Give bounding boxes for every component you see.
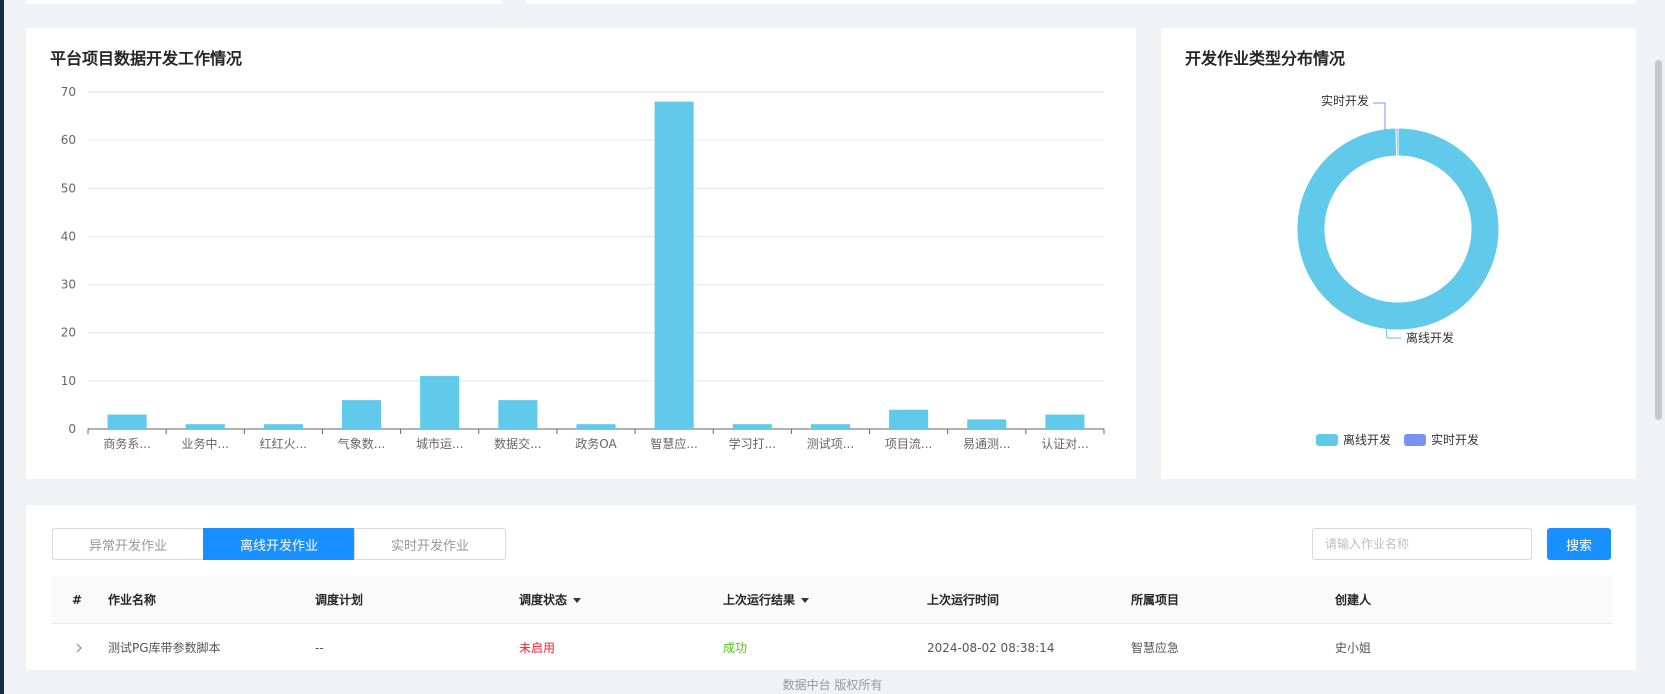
legend-swatch-1	[1404, 434, 1426, 446]
callout-line-realtime	[1373, 102, 1386, 130]
y-tick-label: 10	[61, 374, 76, 388]
x-tick-label: 城市运...	[416, 436, 463, 451]
legend-label-1: 实时开发	[1431, 432, 1479, 447]
chevron-right-icon[interactable]	[72, 641, 86, 655]
bar-3	[342, 400, 382, 429]
job-name-search-input[interactable]	[1312, 528, 1532, 560]
donut-slice-0	[1296, 127, 1500, 331]
table-row[interactable]: 测试PG库带参数脚本 -- 未启用 成功 2024-08-02 08:38:14…	[52, 624, 1612, 672]
left-nav-edge	[0, 0, 4, 694]
filter-caret-icon[interactable]	[801, 598, 810, 603]
x-tick-label: 智慧应...	[650, 436, 697, 451]
col-project: 所属项目	[1131, 593, 1180, 607]
y-tick-label: 60	[61, 133, 76, 147]
x-tick-label: 商务系...	[103, 436, 150, 451]
footer-copyright: 数据中台 版权所有	[782, 678, 883, 692]
col-index: #	[72, 593, 83, 607]
job-table-card: 异常开发作业 离线开发作业 实时开发作业 搜索 # 作业名称 调度计划 调度状态…	[26, 505, 1636, 670]
x-tick-label: 学习打...	[729, 436, 776, 451]
x-tick-label: 气象数...	[338, 436, 385, 451]
col-creator: 创建人	[1335, 593, 1372, 607]
cell-creator: 史小姐	[1335, 641, 1372, 655]
job-type-tabs: 异常开发作业 离线开发作业 实时开发作业	[52, 528, 506, 560]
legend-label-0: 离线开发	[1343, 432, 1391, 447]
bar-chart-card: 平台项目数据开发工作情况 0 10 20 30 40 50 60 70 商务系... 业务中...…	[26, 28, 1136, 479]
tab-offline-jobs[interactable]: 离线开发作业	[203, 528, 355, 560]
bar-11	[967, 419, 1007, 429]
cell-schedule-plan: --	[315, 641, 324, 655]
bar-12	[1045, 414, 1085, 429]
y-tick-label: 50	[61, 181, 76, 195]
filter-caret-icon[interactable]	[573, 598, 582, 603]
table-header: # 作业名称 调度计划 调度状态 上次运行结果 上次运行时间 所属项目 创建人	[52, 576, 1612, 624]
x-tick-label: 认证对...	[1041, 437, 1088, 451]
cell-job-name: 测试PG库带参数脚本	[108, 641, 221, 655]
cell-last-run-time: 2024-08-02 08:38:14	[927, 641, 1055, 655]
y-tick-label: 0	[68, 422, 76, 436]
cell-last-result: 成功	[723, 641, 748, 655]
top-card-left	[26, 0, 502, 4]
y-tick-label: 70	[61, 85, 76, 99]
col-last-result[interactable]: 上次运行结果	[723, 576, 810, 624]
tab-realtime-jobs[interactable]: 实时开发作业	[354, 528, 506, 560]
col-last-result-label: 上次运行结果	[723, 593, 796, 607]
x-tick-label: 红红火...	[260, 436, 307, 451]
col-job-name: 作业名称	[108, 593, 157, 607]
x-tick-label: 测试项...	[807, 436, 854, 451]
bar-7	[654, 101, 694, 429]
bar-10	[889, 409, 929, 429]
page-scrollbar[interactable]	[1655, 60, 1662, 420]
bar-8	[732, 424, 772, 429]
y-tick-label: 40	[61, 229, 76, 243]
x-tick-label: 业务中...	[182, 436, 229, 451]
callout-label-offline: 离线开发	[1406, 330, 1454, 345]
callout-label-realtime: 实时开发	[1321, 93, 1369, 108]
bar-1	[185, 424, 225, 429]
col-schedule-status-label: 调度状态	[519, 593, 568, 607]
y-tick-label: 20	[61, 326, 76, 340]
donut-chart: 实时开发离线开发离线开发 实时开发	[1296, 93, 1500, 447]
bar-5	[498, 400, 538, 429]
tab-abnormal-jobs[interactable]: 异常开发作业	[52, 528, 204, 560]
cell-schedule-status: 未启用	[519, 641, 556, 655]
bar-9	[810, 424, 850, 429]
bar-0	[107, 414, 147, 429]
y-tick-label: 30	[61, 278, 76, 292]
bar-2	[263, 424, 303, 429]
col-schedule-status[interactable]: 调度状态	[519, 576, 582, 624]
top-card-right	[526, 0, 1636, 4]
donut-slice-1	[1395, 127, 1399, 157]
x-tick-label: 数据交...	[494, 436, 541, 451]
search-button[interactable]: 搜索	[1547, 528, 1611, 560]
bar-4	[420, 376, 460, 429]
bar-chart: 0 10 20 30 40 50 60 70 商务系... 业务中... 红红火... 气象数... 城…	[61, 85, 1105, 451]
col-schedule-plan: 调度计划	[315, 593, 364, 607]
legend-swatch-0	[1316, 434, 1338, 446]
donut-chart-card: 开发作业类型分布情况 实时开发 离线开发 离线开发 实时开发	[1161, 28, 1636, 479]
bar-6	[576, 424, 616, 429]
col-last-run-time: 上次运行时间	[927, 593, 1000, 607]
x-tick-label: 政务OA	[575, 436, 617, 451]
x-tick-label: 项目流...	[885, 437, 932, 451]
cell-project: 智慧应急	[1131, 641, 1180, 655]
x-tick-label: 易通测...	[963, 437, 1010, 451]
